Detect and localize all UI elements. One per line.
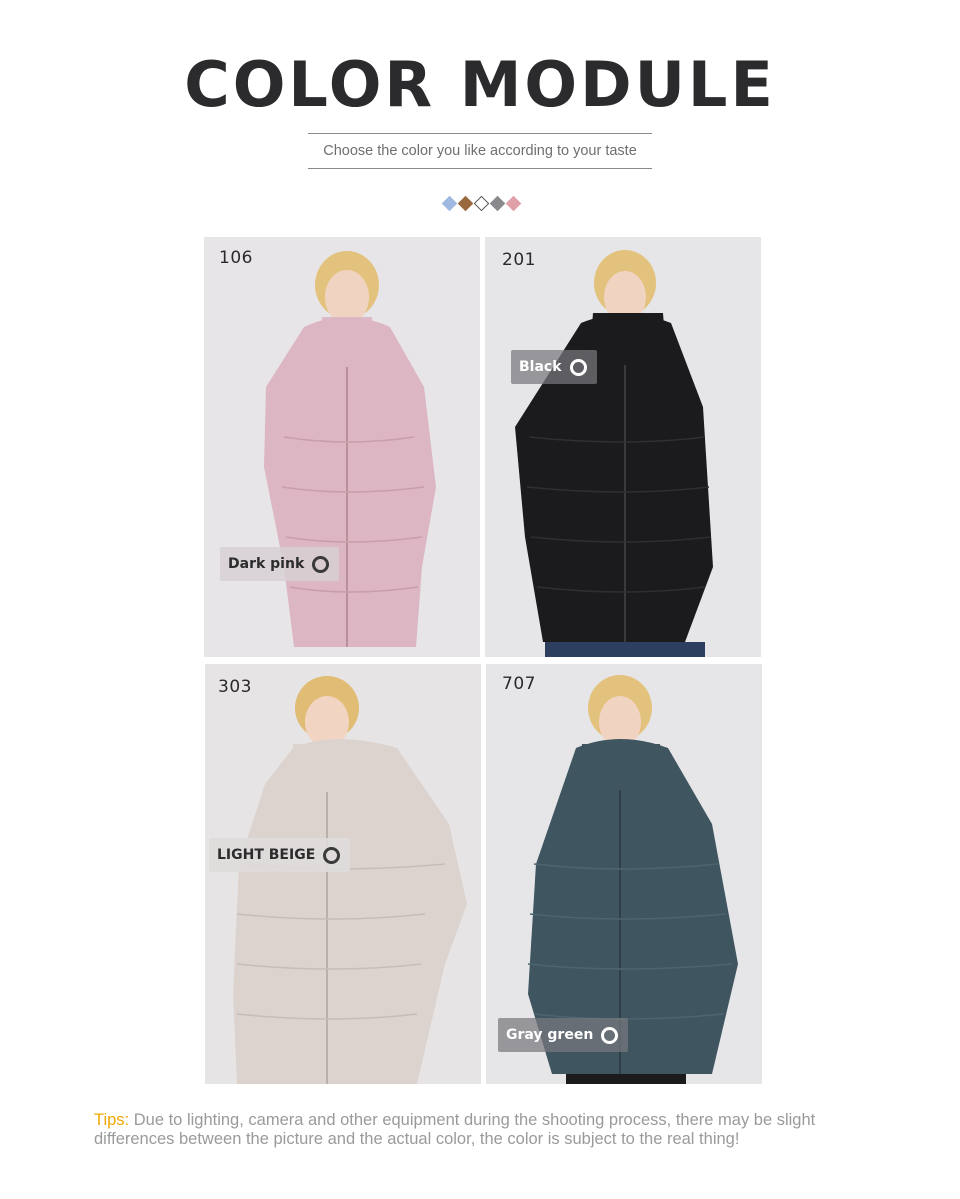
swatch-gray[interactable]	[489, 195, 506, 212]
swatch-brown[interactable]	[457, 195, 474, 212]
color-tag-label: Gray green	[506, 1027, 594, 1043]
product-code: 303	[218, 677, 252, 697]
subtitle: Choose the color you like according to y…	[323, 143, 637, 159]
color-tag-label: Black	[519, 359, 562, 375]
product-code: 201	[502, 250, 536, 270]
product-card-707[interactable]: 707 Gray green	[486, 664, 762, 1084]
model-photo	[205, 664, 481, 1084]
radio-circle-icon	[601, 1026, 619, 1044]
swatch-pink[interactable]	[505, 195, 522, 212]
color-swatches	[440, 195, 524, 213]
radio-circle-icon	[569, 358, 587, 376]
model-photo	[204, 237, 480, 657]
product-card-201[interactable]: 201 Black	[485, 237, 761, 657]
color-tag-black[interactable]: Black	[511, 350, 597, 384]
color-tag-label: LIGHT BEIGE	[217, 847, 316, 863]
model-photo	[485, 237, 761, 657]
color-tag-dark-pink[interactable]: Dark pink	[220, 547, 340, 581]
product-code: 106	[219, 248, 253, 268]
swatch-white[interactable]	[473, 195, 490, 212]
color-tag-label: Dark pink	[228, 556, 305, 572]
radio-circle-icon	[323, 846, 341, 864]
page-title: COLOR MODULE	[184, 48, 776, 121]
product-card-106[interactable]: 106 Dark pink	[204, 237, 480, 657]
color-tag-light-beige[interactable]: LIGHT BEIGE	[209, 838, 351, 872]
subtitle-box: Choose the color you like according to y…	[308, 133, 652, 169]
radio-circle-icon	[312, 555, 330, 573]
color-tag-gray-green[interactable]: Gray green	[498, 1018, 629, 1052]
tips-note: Tips: Due to lighting, camera and other …	[94, 1111, 874, 1149]
product-code: 707	[502, 674, 536, 694]
tips-label: Tips:	[94, 1111, 130, 1129]
product-card-303[interactable]: 303 LIGHT BEIGE	[205, 664, 481, 1084]
tips-text: Due to lighting, camera and other equipm…	[94, 1111, 816, 1148]
swatch-blue[interactable]	[441, 195, 458, 212]
